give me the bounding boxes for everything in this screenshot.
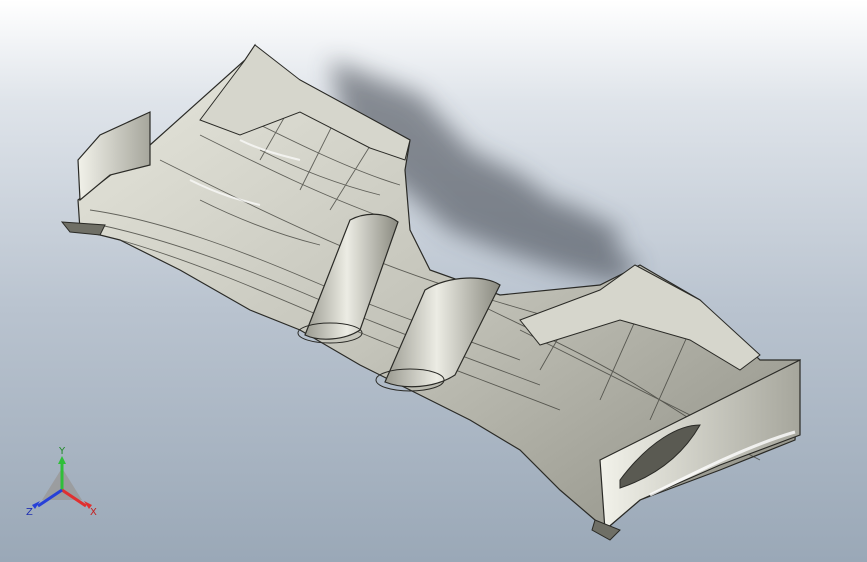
y-axis-label: Y (58, 446, 66, 457)
z-axis-label: Z (26, 507, 33, 518)
axis-triad: Y X Z (26, 446, 97, 518)
model-canvas[interactable]: Y X Z (0, 0, 867, 562)
cad-3d-viewport[interactable]: Y X Z (0, 0, 867, 562)
x-axis-label: X (90, 507, 97, 518)
